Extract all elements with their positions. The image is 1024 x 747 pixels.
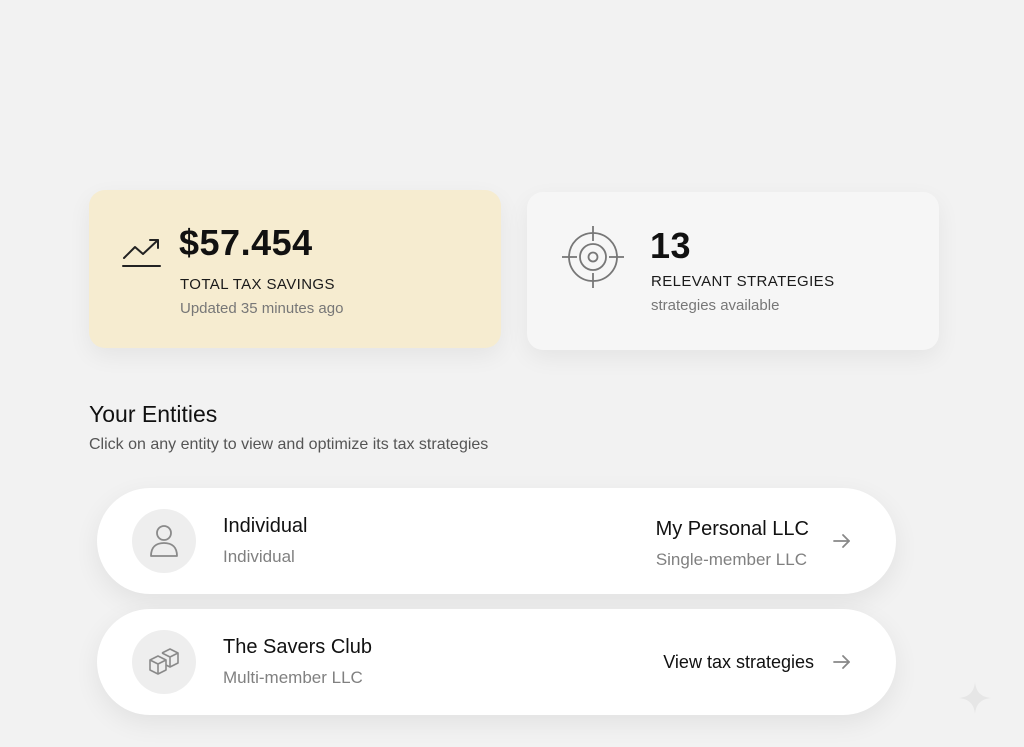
arrow-right-icon[interactable] <box>832 531 852 551</box>
entity-name: The Savers Club <box>223 636 372 658</box>
entities-section-title: Your Entities <box>89 401 218 427</box>
total-tax-savings-label: TOTAL TAX SAVINGS <box>180 276 335 293</box>
avatar <box>132 630 196 694</box>
strategies-available-text: strategies available <box>651 297 780 314</box>
entity-type: Individual <box>223 547 295 566</box>
total-tax-savings-card: $57.454 TOTAL TAX SAVINGS Updated 35 min… <box>89 190 501 348</box>
last-updated-text: Updated 35 minutes ago <box>180 300 344 317</box>
linked-entity-type: Single-member LLC <box>655 550 807 569</box>
relevant-strategies-label: RELEVANT STRATEGIES <box>651 273 835 290</box>
entity-name: Individual <box>223 515 308 537</box>
linked-entity-name[interactable]: My Personal LLC <box>656 518 809 541</box>
trending-up-icon <box>122 239 161 267</box>
view-tax-strategies-link[interactable]: View tax strategies <box>663 652 814 673</box>
entity-type: Multi-member LLC <box>223 668 363 687</box>
entity-row-individual[interactable]: Individual Individual My Personal LLC Si… <box>97 488 896 594</box>
avatar <box>132 509 196 573</box>
target-icon <box>562 226 624 288</box>
sparkle-icon <box>959 682 991 714</box>
relevant-strategies-card: 13 RELEVANT STRATEGIES strategies availa… <box>527 192 939 350</box>
boxes-icon <box>149 648 179 675</box>
user-icon <box>150 525 178 557</box>
total-tax-savings-amount: $57.454 <box>179 222 313 263</box>
entities-section-subtitle: Click on any entity to view and optimize… <box>89 436 489 453</box>
arrow-right-icon[interactable] <box>832 652 852 672</box>
dashboard-page: $57.454 TOTAL TAX SAVINGS Updated 35 min… <box>0 0 1024 747</box>
relevant-strategies-count: 13 <box>650 225 692 266</box>
entity-row-the-savers-club[interactable]: The Savers Club Multi-member LLC View ta… <box>97 609 896 715</box>
